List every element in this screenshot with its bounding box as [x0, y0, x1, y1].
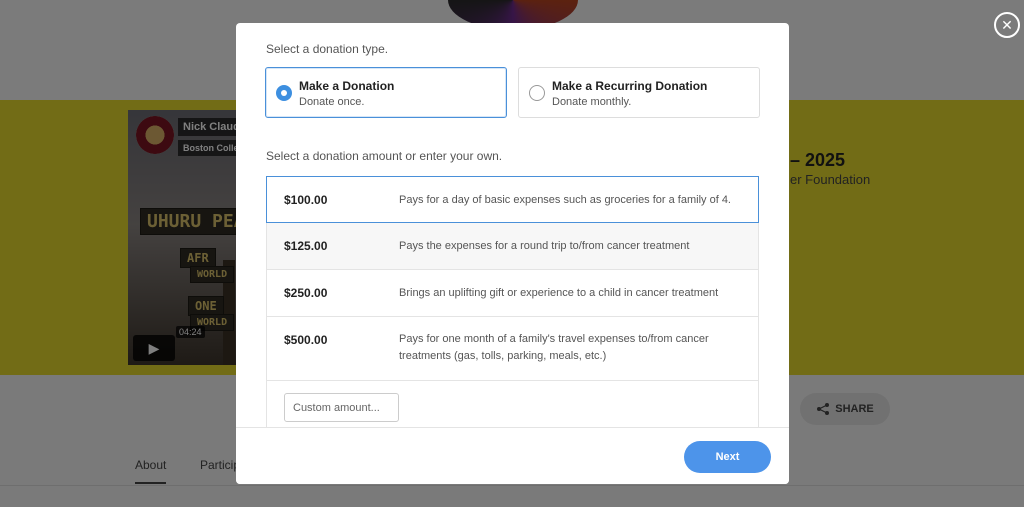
amount-value: $125.00 — [284, 239, 328, 253]
donation-modal: Select a donation type. Make a Donation … — [236, 23, 789, 484]
donation-type-title: Make a Donation — [299, 79, 395, 93]
modal-footer: Next — [236, 427, 789, 484]
amount-description: Brings an uplifting gift or experience t… — [399, 287, 719, 299]
donation-type-title: Make a Recurring Donation — [552, 79, 708, 93]
donation-type-prompt: Select a donation type. — [266, 42, 389, 56]
amount-description: Pays for a day of basic expenses such as… — [399, 194, 731, 206]
amount-option[interactable]: $125.00 Pays the expenses for a round tr… — [266, 223, 759, 270]
custom-amount-input[interactable] — [284, 393, 399, 422]
next-button[interactable]: Next — [684, 441, 771, 473]
amount-option[interactable]: $500.00 Pays for one month of a family's… — [266, 317, 759, 381]
amount-option[interactable]: $100.00 Pays for a day of basic expenses… — [266, 176, 759, 223]
donation-type-subtitle: Donate once. — [299, 96, 365, 108]
amount-description: Pays the expenses for a round trip to/fr… — [399, 240, 690, 252]
donation-type-once[interactable]: Make a Donation Donate once. — [265, 67, 507, 118]
radio-checked-icon[interactable] — [276, 85, 292, 101]
donation-type-recurring[interactable]: Make a Recurring Donation Donate monthly… — [518, 67, 760, 118]
donation-type-subtitle: Donate monthly. — [552, 96, 632, 108]
amount-description: Pays for one month of a family's travel … — [399, 333, 709, 362]
modal-body[interactable]: Select a donation type. Make a Donation … — [236, 23, 789, 427]
radio-unchecked-icon[interactable] — [529, 85, 545, 101]
amount-list: $100.00 Pays for a day of basic expenses… — [266, 176, 759, 427]
amount-option[interactable]: $250.00 Brings an uplifting gift or expe… — [266, 270, 759, 317]
custom-amount-row — [266, 381, 759, 427]
amount-value: $100.00 — [284, 193, 328, 207]
close-icon: ✕ — [1001, 17, 1013, 33]
donation-amount-prompt: Select a donation amount or enter your o… — [266, 149, 503, 163]
close-button[interactable]: ✕ — [994, 12, 1020, 38]
amount-value: $500.00 — [284, 333, 328, 347]
amount-value: $250.00 — [284, 286, 328, 300]
